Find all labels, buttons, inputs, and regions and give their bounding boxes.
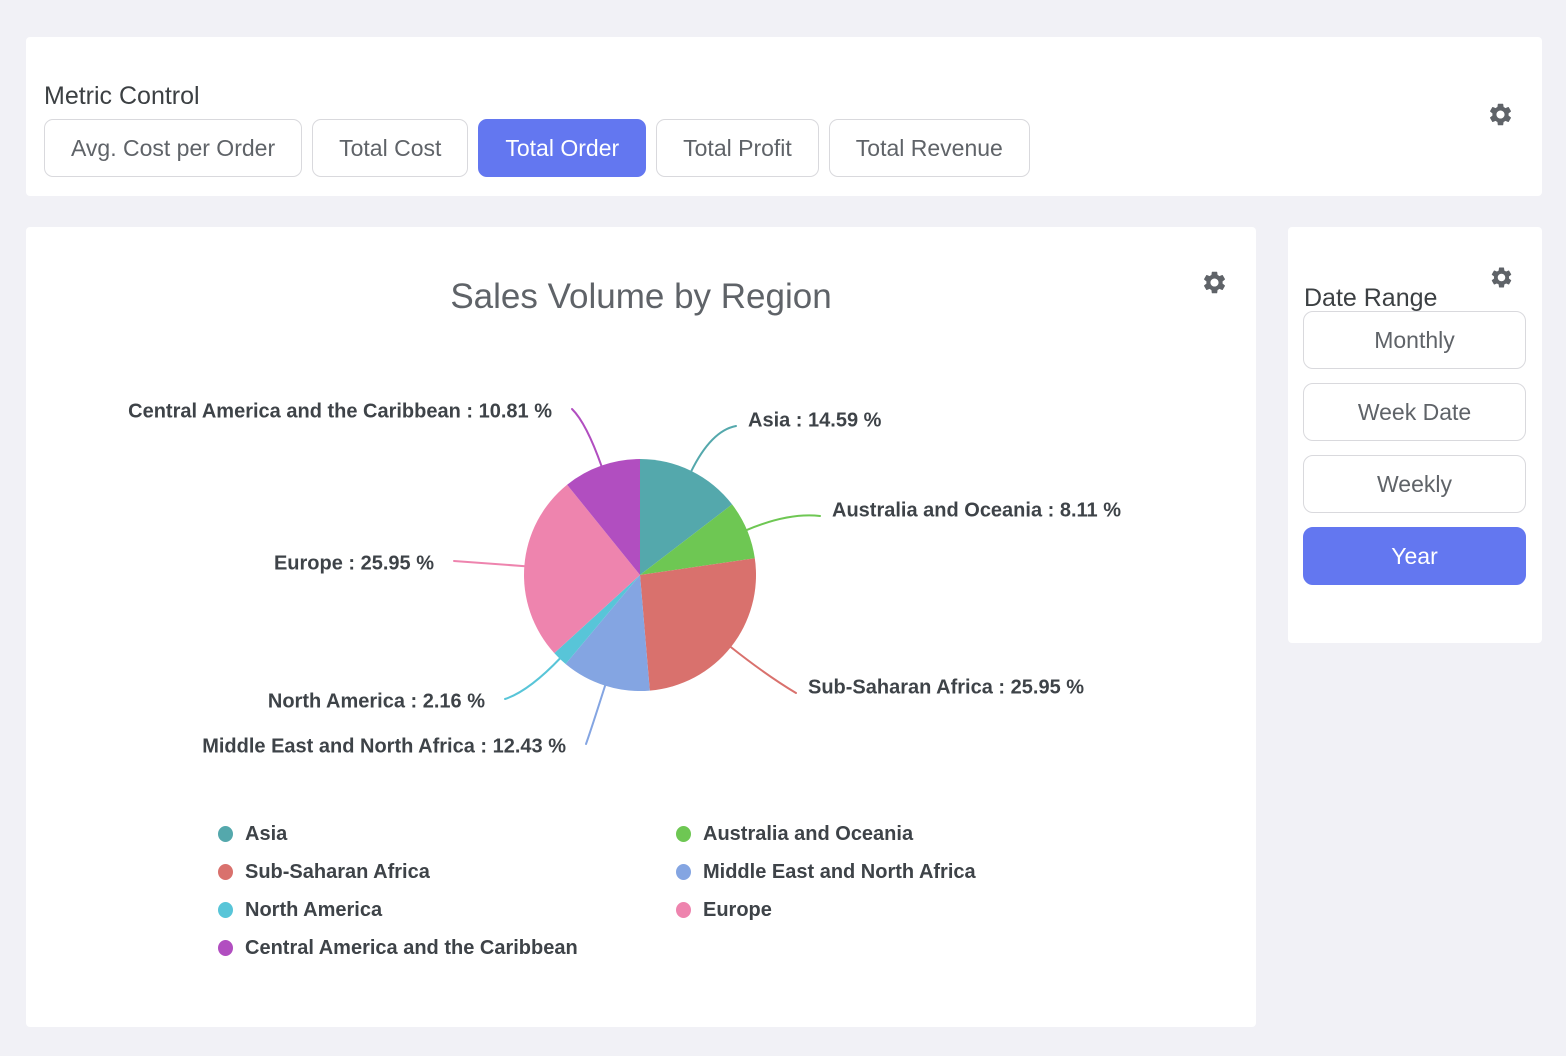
legend-label: Europe	[703, 899, 772, 922]
pie-label-europe: Europe : 25.95 %	[274, 553, 434, 576]
legend-item-europe[interactable]: Europe	[676, 891, 976, 929]
sales-volume-chart-panel: Sales Volume by Region Asia : 14.59 %Aus…	[26, 227, 1256, 1027]
metric-control-panel: Metric Control Avg. Cost per OrderTotal …	[26, 37, 1542, 196]
leader-line-sub-saharan-africa	[730, 647, 796, 694]
legend-dot-icon	[218, 902, 233, 918]
metric-button-total-order[interactable]: Total Order	[478, 119, 646, 177]
legend-dot-icon	[218, 826, 233, 842]
metric-button-group: Avg. Cost per OrderTotal CostTotal Order…	[44, 119, 1030, 177]
settings-gear-icon[interactable]	[1489, 265, 1514, 290]
chart-legend-column-2: Australia and Oceania Middle East and Nor…	[676, 815, 976, 929]
legend-dot-icon	[218, 864, 233, 880]
legend-label: Australia and Oceania	[703, 823, 913, 846]
metric-button-total-cost[interactable]: Total Cost	[312, 119, 468, 177]
date-range-button-weekly[interactable]: Weekly	[1303, 455, 1526, 513]
legend-dot-icon	[676, 902, 691, 918]
pie-label-australia-and-oceania: Australia and Oceania : 8.11 %	[832, 500, 1121, 523]
legend-item-sub-saharan-africa[interactable]: Sub-Saharan Africa	[218, 853, 578, 891]
pie-label-middle-east-and-north-africa: Middle East and North Africa : 12.43 %	[202, 736, 566, 759]
leader-line-australia-and-oceania	[746, 515, 820, 530]
leader-line-asia	[691, 426, 736, 472]
settings-gear-icon[interactable]	[1487, 101, 1514, 128]
date-range-button-group: Monthly Week Date Weekly Year	[1303, 311, 1526, 585]
metric-button-total-revenue[interactable]: Total Revenue	[829, 119, 1030, 177]
pie-label-central-america-and-the-caribbean: Central America and the Caribbean : 10.8…	[128, 401, 552, 424]
legend-label: Sub-Saharan Africa	[245, 861, 430, 884]
date-range-button-week-date[interactable]: Week Date	[1303, 383, 1526, 441]
legend-dot-icon	[676, 826, 691, 842]
legend-dot-icon	[676, 864, 691, 880]
leader-line-middle-east-and-north-africa	[586, 685, 605, 744]
legend-item-middle-east-and-north-africa[interactable]: Middle East and North Africa	[676, 853, 976, 891]
metric-control-title: Metric Control	[44, 82, 200, 111]
pie-label-north-america: North America : 2.16 %	[268, 691, 485, 714]
metric-button-total-profit[interactable]: Total Profit	[656, 119, 819, 177]
legend-label: Middle East and North Africa	[703, 861, 976, 884]
pie-label-sub-saharan-africa: Sub-Saharan Africa : 25.95 %	[808, 677, 1084, 700]
leader-line-europe	[454, 561, 525, 566]
pie-chart-svg	[26, 227, 1256, 1027]
date-range-button-year[interactable]: Year	[1303, 527, 1526, 585]
legend-item-north-america[interactable]: North America	[218, 891, 578, 929]
chart-legend-column-1: Asia Sub-Saharan Africa North America Centr…	[218, 815, 578, 967]
date-range-panel: Date Range Monthly Week Date Weekly Year	[1288, 227, 1542, 643]
legend-item-central-america-and-the-caribbean[interactable]: Central America and the Caribbean	[218, 929, 578, 967]
date-range-button-monthly[interactable]: Monthly	[1303, 311, 1526, 369]
legend-item-australia-and-oceania[interactable]: Australia and Oceania	[676, 815, 976, 853]
legend-item-asia[interactable]: Asia	[218, 815, 578, 853]
legend-label: Central America and the Caribbean	[245, 937, 578, 960]
leader-line-central-america-and-the-caribbean	[572, 409, 602, 467]
metric-button-avg-cost-per-order[interactable]: Avg. Cost per Order	[44, 119, 302, 177]
pie-label-asia: Asia : 14.59 %	[748, 410, 881, 433]
pie-chart: Asia : 14.59 % Australia and Oceania : 8.…	[26, 227, 1256, 1027]
legend-label: North America	[245, 899, 382, 922]
legend-label: Asia	[245, 823, 287, 846]
legend-dot-icon	[218, 940, 233, 956]
pie-slice-sub-saharan-africa[interactable]	[640, 558, 756, 690]
leader-line-north-america	[505, 658, 560, 699]
date-range-title: Date Range	[1304, 284, 1437, 313]
